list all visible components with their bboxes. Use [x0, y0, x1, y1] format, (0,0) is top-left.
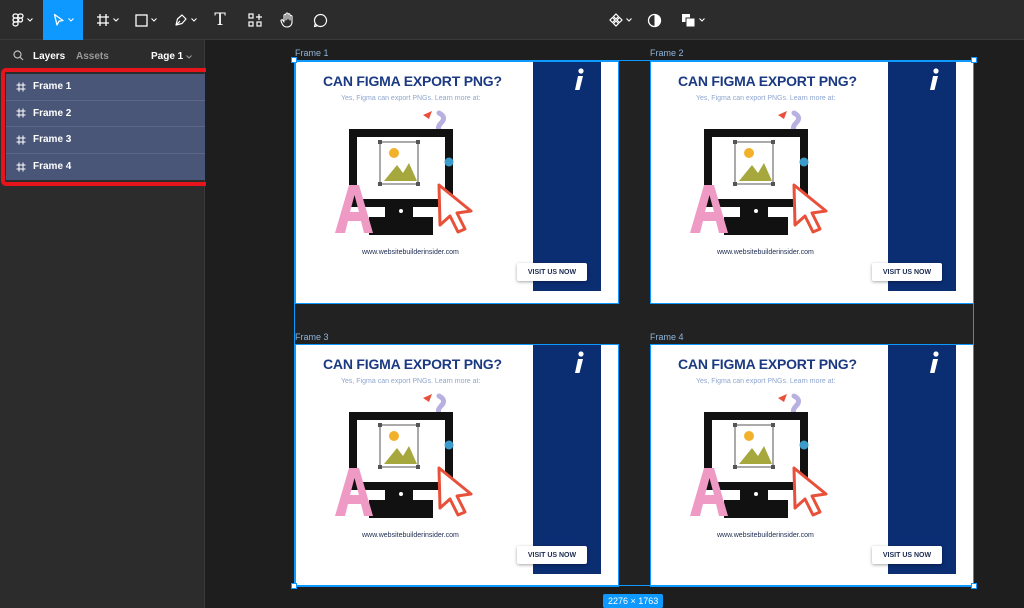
info-icon	[575, 351, 584, 373]
frame-tool-button[interactable]	[92, 0, 122, 40]
info-sidebar	[533, 344, 601, 574]
boolean-icon	[682, 13, 696, 27]
frame-title: CAN FIGMA EXPORT PNG?	[323, 356, 502, 372]
page-selector-label: Page 1	[151, 51, 184, 62]
frame-subtitle: Yes, Figma can export PNGs. Learn more a…	[696, 95, 836, 102]
pen-icon	[174, 14, 187, 26]
figma-logo-icon	[11, 13, 24, 27]
tab-assets[interactable]: Assets	[76, 51, 109, 62]
frame-hash-icon	[96, 14, 109, 26]
components-icon	[248, 13, 262, 27]
tab-layers[interactable]: Layers	[33, 51, 65, 62]
frame-hash-icon	[16, 82, 26, 92]
monitor-illustration	[335, 393, 473, 518]
info-sidebar	[533, 61, 601, 291]
main-menu-button[interactable]	[6, 0, 38, 40]
frame-2[interactable]: CAN FIGMA EXPORT PNG? Yes, Figma can exp…	[650, 61, 974, 304]
chevron-down-icon	[151, 18, 157, 22]
info-sidebar	[888, 61, 956, 291]
frame-1[interactable]: CAN FIGMA EXPORT PNG? Yes, Figma can exp…	[295, 61, 619, 304]
visit-button: VISIT US NOW	[517, 263, 587, 281]
frame-label-1[interactable]: Frame 1	[295, 48, 329, 58]
layers-panel: Layers Assets Page 1 Frame 1 Frame 2 Fra…	[0, 40, 211, 608]
visit-button: VISIT US NOW	[517, 546, 587, 564]
selection-size-badge: 2276 × 1763	[603, 594, 664, 608]
move-tool-button[interactable]	[43, 0, 83, 40]
layer-item-label: Frame 2	[33, 107, 72, 119]
visit-button: VISIT US NOW	[872, 546, 942, 564]
layer-item-frame-4[interactable]: Frame 4	[6, 153, 205, 180]
chevron-down-icon	[26, 18, 33, 22]
chevron-down-icon	[67, 18, 74, 22]
layer-item-label: Frame 3	[33, 134, 72, 146]
hand-icon	[279, 12, 293, 28]
rectangle-icon	[135, 13, 148, 27]
layer-item-label: Frame 4	[33, 161, 72, 173]
chevron-down-icon	[186, 54, 193, 59]
resources-tool-button[interactable]	[243, 0, 267, 40]
frame-4[interactable]: CAN FIGMA EXPORT PNG? Yes, Figma can exp…	[650, 344, 974, 587]
frame-url: www.websitebuilderinsider.com	[717, 249, 814, 256]
frame-label-3[interactable]: Frame 3	[295, 332, 329, 342]
layer-list: Frame 1 Frame 2 Frame 3 Frame 4	[6, 74, 205, 180]
frame-hash-icon	[16, 162, 26, 172]
component-icon	[608, 13, 623, 27]
frame-title: CAN FIGMA EXPORT PNG?	[678, 356, 857, 372]
comment-icon	[313, 13, 327, 27]
frame-title: CAN FIGMA EXPORT PNG?	[678, 73, 857, 89]
layer-item-frame-2[interactable]: Frame 2	[6, 100, 205, 127]
frame-subtitle: Yes, Figma can export PNGs. Learn more a…	[696, 378, 836, 385]
info-icon	[930, 68, 939, 90]
resize-handle-bottom-right[interactable]	[971, 583, 977, 589]
chevron-down-icon	[112, 18, 119, 22]
boolean-button[interactable]	[676, 0, 710, 40]
frame-label-2[interactable]: Frame 2	[650, 48, 684, 58]
monitor-illustration	[335, 110, 473, 235]
pen-tool-button[interactable]	[170, 0, 200, 40]
mask-icon	[647, 13, 661, 27]
layer-item-frame-1[interactable]: Frame 1	[6, 74, 205, 101]
text-tool-button[interactable]: T	[208, 0, 232, 40]
resize-handle-top-right[interactable]	[971, 57, 977, 63]
frame-url: www.websitebuilderinsider.com	[717, 532, 814, 539]
frame-3[interactable]: CAN FIGMA EXPORT PNG? Yes, Figma can exp…	[295, 344, 619, 587]
comment-tool-button[interactable]	[308, 0, 332, 40]
info-sidebar	[888, 344, 956, 574]
search-icon[interactable]	[13, 50, 24, 61]
chevron-down-icon	[699, 18, 705, 22]
frame-subtitle: Yes, Figma can export PNGs. Learn more a…	[341, 95, 481, 102]
create-component-button[interactable]	[605, 0, 635, 40]
layer-item-frame-3[interactable]: Frame 3	[6, 127, 205, 154]
hand-tool-button[interactable]	[275, 0, 299, 40]
shape-tool-button[interactable]	[131, 0, 161, 40]
cursor-icon	[53, 13, 64, 26]
chevron-down-icon	[625, 18, 632, 22]
layer-item-label: Frame 1	[33, 81, 72, 93]
chevron-down-icon	[190, 18, 197, 22]
resize-handle-top-left[interactable]	[291, 57, 297, 63]
page-selector[interactable]: Page 1	[151, 51, 193, 62]
monitor-illustration	[690, 393, 828, 518]
frame-title: CAN FIGMA EXPORT PNG?	[323, 73, 502, 89]
resize-handle-bottom-left[interactable]	[291, 583, 297, 589]
toolbar: T	[0, 0, 1024, 40]
visit-button: VISIT US NOW	[872, 263, 942, 281]
frame-url: www.websitebuilderinsider.com	[362, 532, 459, 539]
info-icon	[930, 351, 939, 373]
frame-url: www.websitebuilderinsider.com	[362, 249, 459, 256]
monitor-illustration	[690, 110, 828, 235]
text-icon: T	[214, 10, 226, 30]
frame-hash-icon	[16, 108, 26, 118]
info-icon	[575, 68, 584, 90]
mask-button[interactable]	[642, 0, 666, 40]
canvas[interactable]: Frame 1 Frame 2 Frame 3 Frame 4 CAN FIGM…	[206, 41, 1024, 608]
frame-label-4[interactable]: Frame 4	[650, 332, 684, 342]
panel-tabs: Layers Assets Page 1	[0, 40, 205, 72]
frame-subtitle: Yes, Figma can export PNGs. Learn more a…	[341, 378, 481, 385]
frame-hash-icon	[16, 135, 26, 145]
